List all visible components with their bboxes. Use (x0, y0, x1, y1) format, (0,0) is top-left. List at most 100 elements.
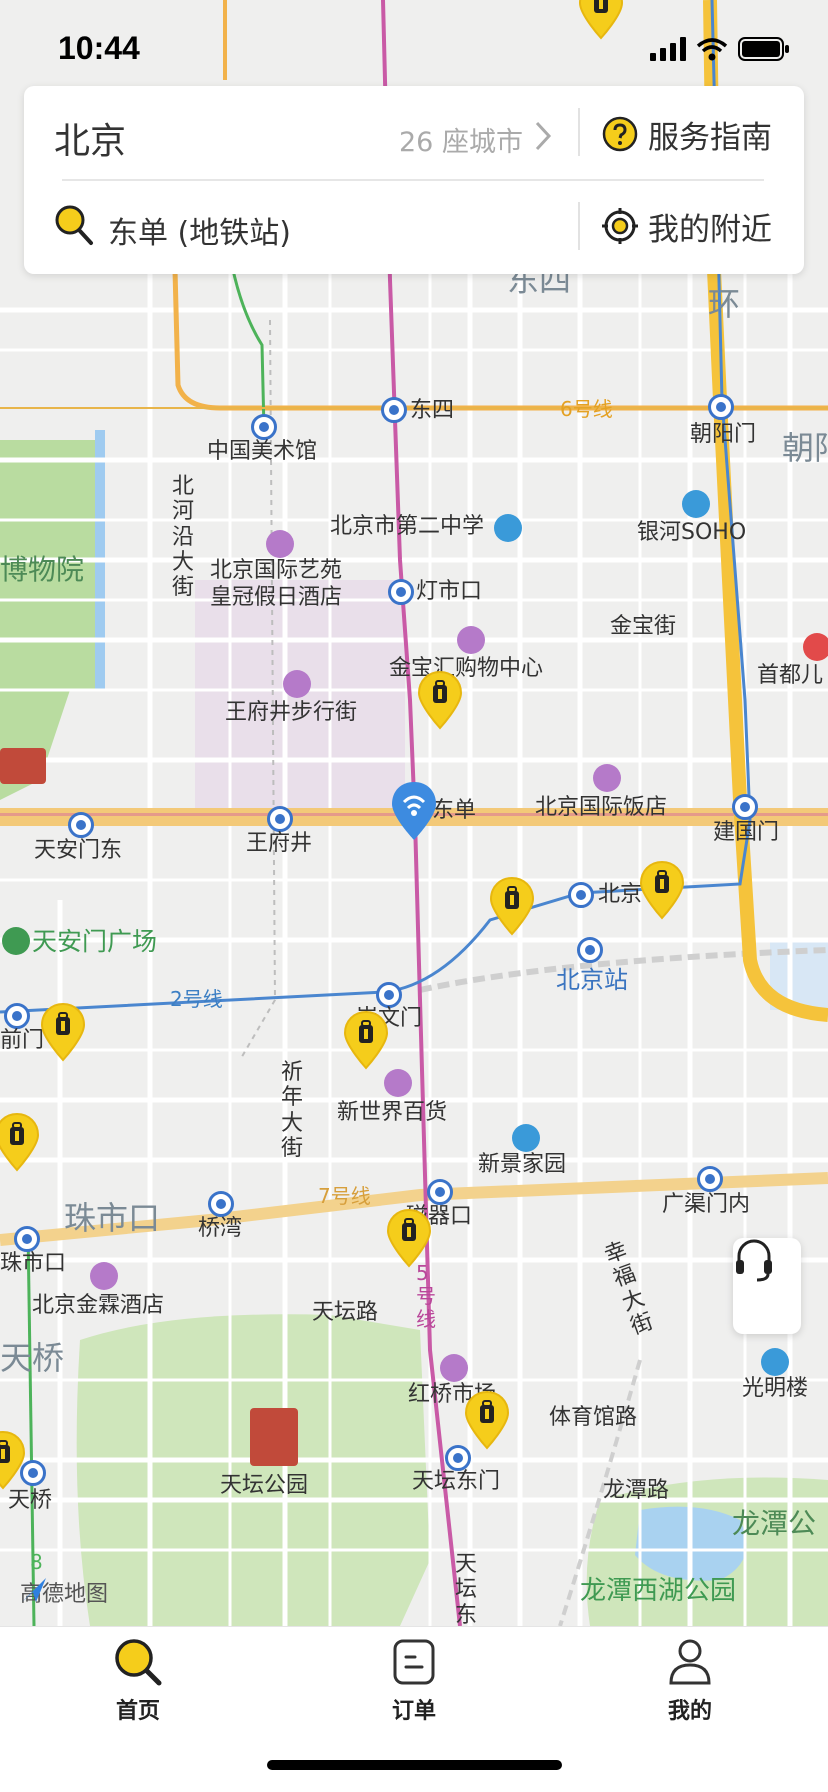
hotel-icon (593, 764, 621, 792)
gate-icon (0, 748, 46, 784)
map-label: 桥湾 (198, 1216, 243, 1241)
station-qiaowan[interactable] (208, 1191, 234, 1217)
chevron-right-icon[interactable] (534, 120, 552, 152)
luggage-pin-icon[interactable] (40, 1002, 86, 1062)
divider (578, 202, 580, 250)
station-beijing[interactable] (568, 882, 594, 908)
map-label: 皇冠假日酒店 (210, 585, 343, 610)
luggage-pin-icon[interactable] (0, 1430, 26, 1490)
city-count[interactable]: 26 座城市 (399, 120, 523, 159)
search-input[interactable]: 东单 (地铁站) (108, 208, 291, 252)
school-icon (494, 514, 522, 542)
luggage-pin-icon[interactable] (0, 1112, 40, 1172)
map-label: 金宝街 (610, 614, 677, 639)
luggage-pin-icon[interactable] (489, 876, 535, 936)
map-label: 首都儿 (757, 663, 824, 688)
city-name[interactable]: 北京 (54, 112, 126, 164)
map-label: 天安门广场 (32, 927, 158, 956)
home-indicator (267, 1760, 562, 1770)
status-icons (650, 36, 790, 62)
luggage-pin-icon[interactable] (343, 1010, 389, 1070)
map-label: 银河SOHO (637, 520, 747, 545)
amap-logo: 高德地图 (20, 1576, 108, 1608)
station-zhushikou[interactable] (14, 1226, 40, 1252)
luggage-pin-icon[interactable] (639, 860, 685, 920)
station-chongwenmen[interactable] (376, 982, 402, 1008)
order-icon (393, 1639, 435, 1685)
map-label: 祈年大街 (281, 1060, 304, 1161)
map-label: 北京国际艺苑 (210, 558, 343, 583)
map-label: 5号线 (416, 1261, 436, 1331)
map-label: 广渠门内 (662, 1192, 751, 1217)
station-qianmen[interactable] (4, 1003, 30, 1029)
luggage-pin-icon[interactable] (464, 1390, 510, 1450)
station-beijingzhan[interactable] (577, 937, 603, 963)
building-icon (682, 490, 710, 518)
hospital-icon (803, 633, 828, 661)
station-chaoyangmen[interactable] (708, 394, 734, 420)
map-label: 天坛东 (455, 1552, 478, 1626)
map-label: 北京金霖酒店 (32, 1293, 165, 1318)
map-label: 北河沿大街 (172, 474, 195, 601)
map-label: 2号线 (170, 987, 223, 1011)
map-label: 珠市口 (64, 1199, 161, 1237)
map-label: 建国门 (713, 820, 780, 845)
map-label: 天桥 (8, 1488, 53, 1513)
tab-home-label: 首页 (115, 1699, 160, 1724)
map-label: 天桥 (0, 1339, 65, 1377)
tab-orders[interactable]: 订单 (334, 1637, 494, 1747)
map-label: 体育馆路 (549, 1405, 638, 1430)
station-tiananmen-east[interactable] (68, 812, 94, 838)
search-row: 东单 (地铁站) 我的附近 (24, 180, 804, 274)
search-icon[interactable] (54, 204, 94, 246)
map-label: 灯市口 (416, 579, 483, 604)
tab-mine[interactable]: 我的 (610, 1637, 770, 1747)
map-label: 天安门东 (34, 838, 123, 863)
market-icon (440, 1354, 468, 1382)
map-label: 天坛公园 (220, 1473, 309, 1498)
city-row: 北京 26 座城市 服务指南 (24, 86, 804, 180)
search-card: 北京 26 座城市 服务指南 东单 (地铁站) 我的附近 (24, 86, 804, 274)
station-wangfujing[interactable] (267, 806, 293, 832)
luggage-pin-icon[interactable] (386, 1208, 432, 1268)
station-dongsi[interactable] (381, 397, 407, 423)
map-label: 8 (30, 1550, 43, 1574)
mall-icon (384, 1069, 412, 1097)
map-label: 6号线 (560, 397, 613, 421)
tab-home[interactable]: 首页 (58, 1637, 218, 1747)
customer-service-button[interactable] (733, 1238, 801, 1334)
station-meishuguan[interactable] (251, 414, 277, 440)
map-label: 光明楼 (742, 1376, 809, 1401)
map-label: 金宝汇购物中心 (389, 656, 544, 681)
map-label: 北京国际饭店 (535, 795, 668, 820)
station-ciqikou[interactable] (427, 1179, 453, 1205)
home-search-icon (115, 1639, 162, 1686)
map-label: 王府井 (246, 831, 313, 856)
station-dengshikou[interactable] (388, 579, 414, 605)
station-guangqumen[interactable] (697, 1166, 723, 1192)
map-label: 前门 (0, 1028, 45, 1053)
shopping-street-icon (283, 670, 311, 698)
map-label: 朝阳 (782, 429, 828, 467)
location-pin-icon[interactable] (390, 780, 438, 842)
shopping-icon (457, 626, 485, 654)
map-label: 环 (708, 285, 741, 323)
nearby-button[interactable]: 我的附近 (602, 198, 772, 254)
map-label: 珠市口 (0, 1251, 67, 1276)
square-icon (2, 927, 30, 955)
hotel-icon (266, 530, 294, 558)
service-guide-button[interactable]: 服务指南 (602, 106, 772, 162)
map-label: 王府井步行街 (225, 700, 358, 725)
signal-icon (650, 37, 686, 61)
map-label: 北京 (598, 882, 643, 907)
map-label: 新景家园 (478, 1152, 567, 1177)
map-label: 北京站 (556, 966, 628, 994)
luggage-pin-icon[interactable] (417, 670, 463, 730)
station-jianguomen[interactable] (732, 794, 758, 820)
headset-icon (736, 1239, 772, 1282)
tab-orders-label: 订单 (391, 1699, 436, 1724)
map-label: 天坛路 (312, 1300, 379, 1325)
map-label: 新世界百货 (337, 1100, 448, 1125)
temple-icon (250, 1408, 298, 1466)
question-icon (602, 116, 638, 152)
